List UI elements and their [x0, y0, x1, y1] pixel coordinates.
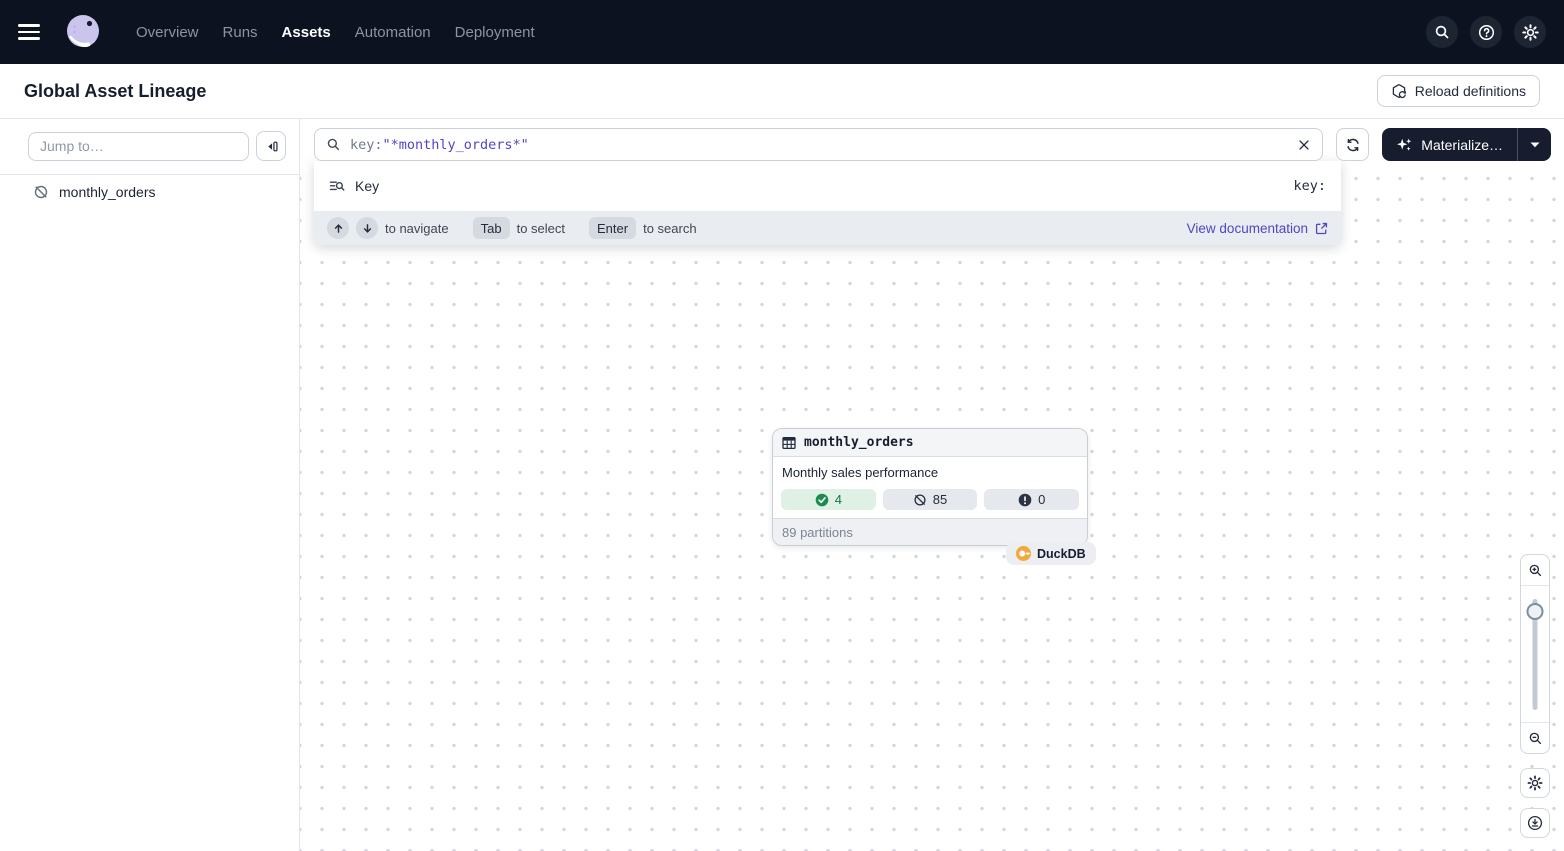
hamburger-menu-icon[interactable]: [18, 16, 50, 48]
search-hints-bar: to navigate Tab to select Enter to searc…: [314, 211, 1341, 245]
user-settings-button[interactable]: [1514, 16, 1546, 48]
search-icon: [326, 137, 341, 152]
gear-icon: [1522, 24, 1539, 41]
select-hint-text: to select: [517, 221, 565, 236]
duckdb-icon: [1016, 546, 1031, 561]
zoom-in-icon: [1528, 563, 1543, 578]
tab-key: Tab: [473, 217, 510, 239]
zoom-out-button[interactable]: [1521, 722, 1549, 753]
primary-nav: Overview Runs Assets Automation Deployme…: [134, 20, 537, 45]
asset-node-badges: 4 85 0: [781, 489, 1079, 510]
zoom-control-panel: [1520, 554, 1550, 754]
asset-node-header: monthly_orders: [773, 429, 1087, 457]
collapse-sidebar-button[interactable]: [256, 131, 286, 161]
app-window: Overview Runs Assets Automation Deployme…: [0, 0, 1564, 851]
help-icon: [1478, 24, 1495, 41]
missing-count: 85: [933, 492, 947, 507]
search-icon: [1434, 24, 1450, 40]
suggestion-item-key[interactable]: Key key:: [314, 161, 1341, 211]
search-hint-text: to search: [643, 221, 696, 236]
download-image-button[interactable]: [1520, 808, 1550, 838]
arrow-up-key[interactable]: [327, 217, 349, 239]
help-button[interactable]: [1470, 16, 1502, 48]
external-link-icon: [1315, 222, 1328, 235]
navigate-hint-text: to navigate: [385, 221, 449, 236]
sidebar-item-monthly-orders[interactable]: monthly_orders: [0, 175, 299, 209]
asset-node-description: Monthly sales performance: [782, 465, 1079, 480]
arrow-down-key[interactable]: [356, 217, 378, 239]
failed-count: 0: [1038, 492, 1045, 507]
asset-search-input[interactable]: key:"*monthly_orders*": [314, 128, 1323, 161]
missing-count-badge[interactable]: 85: [883, 489, 978, 510]
topnav-actions: [1426, 16, 1546, 48]
zoom-in-button[interactable]: [1521, 555, 1549, 586]
top-nav: Overview Runs Assets Automation Deployme…: [0, 0, 1564, 64]
nav-item-automation[interactable]: Automation: [353, 20, 433, 45]
reload-definitions-button[interactable]: Reload definitions: [1377, 75, 1540, 107]
view-documentation-link[interactable]: View documentation: [1187, 221, 1328, 236]
page-header: Global Asset Lineage Reload definitions: [0, 64, 1564, 119]
sidebar-toolbar: [0, 119, 299, 175]
asset-node-partitions: 89 partitions: [773, 518, 1087, 545]
manage-search-icon: [329, 178, 345, 194]
storage-tag-label: DuckDB: [1037, 547, 1086, 561]
search-query-value: "*monthly_orders*": [383, 137, 529, 153]
global-search-button[interactable]: [1426, 16, 1458, 48]
zoom-slider-knob[interactable]: [1527, 603, 1544, 620]
asset-sidebar: monthly_orders: [0, 119, 300, 851]
graph-settings-button[interactable]: [1520, 768, 1550, 798]
refresh-icon: [1345, 137, 1361, 153]
dagster-logo-icon[interactable]: [62, 11, 104, 53]
nav-item-runs[interactable]: Runs: [221, 20, 260, 45]
arrow-down-icon: [362, 223, 373, 234]
panel-collapse-icon: [264, 139, 279, 154]
search-query-prefix: key:: [350, 137, 383, 153]
download-circle-icon: [1527, 815, 1543, 831]
sidebar-item-label: monthly_orders: [59, 184, 156, 200]
reload-definitions-label: Reload definitions: [1415, 83, 1526, 99]
lineage-toolbar: key:"*monthly_orders*" Materia: [314, 128, 1551, 161]
gear-icon: [1527, 775, 1543, 791]
suggestion-insert-hint: key:: [1293, 178, 1326, 194]
materialized-count: 4: [835, 492, 842, 507]
enter-key: Enter: [589, 217, 636, 239]
page-title: Global Asset Lineage: [24, 81, 206, 102]
search-suggestions-dropdown: Key key: to navigate Tab to select Enter: [314, 161, 1341, 245]
circle-slash-icon: [33, 184, 49, 200]
caret-down-icon: [1530, 142, 1540, 148]
check-circle-icon: [815, 493, 829, 507]
circle-slash-icon: [913, 493, 927, 507]
lineage-main: key:"*monthly_orders*" Materia: [300, 119, 1564, 851]
materialize-dropdown-button[interactable]: [1517, 128, 1551, 161]
asset-node-body: Monthly sales performance 4: [773, 457, 1087, 518]
asset-node-monthly-orders[interactable]: monthly_orders Monthly sales performance…: [772, 428, 1088, 546]
zoom-slider: [1521, 586, 1549, 722]
asset-node-title: monthly_orders: [804, 435, 914, 450]
table-icon: [782, 436, 796, 450]
materialized-count-badge[interactable]: 4: [781, 489, 876, 510]
materialize-split-button: Materialize…: [1382, 128, 1551, 161]
materialize-button[interactable]: Materialize…: [1382, 128, 1517, 161]
nav-item-assets[interactable]: Assets: [280, 20, 333, 45]
suggestion-label: Key: [355, 178, 379, 194]
nav-item-overview[interactable]: Overview: [134, 20, 201, 45]
clear-search-button[interactable]: [1297, 138, 1311, 152]
jump-to-input[interactable]: [28, 132, 249, 161]
storage-kind-tag-duckdb[interactable]: DuckDB: [1006, 542, 1096, 565]
refresh-graph-button[interactable]: [1336, 128, 1369, 161]
materialize-label: Materialize…: [1421, 137, 1503, 153]
sparkle-icon: [1396, 137, 1412, 153]
arrow-up-icon: [333, 223, 344, 234]
alert-circle-icon: [1018, 493, 1032, 507]
doc-link-label: View documentation: [1187, 221, 1308, 236]
reload-code-location-icon: [1391, 83, 1407, 99]
nav-item-deployment[interactable]: Deployment: [453, 20, 537, 45]
failed-count-badge[interactable]: 0: [984, 489, 1079, 510]
search-query-text: key:"*monthly_orders*": [350, 137, 529, 153]
content: monthly_orders key:"*monthly_orders*": [0, 119, 1564, 851]
zoom-out-icon: [1528, 731, 1543, 746]
